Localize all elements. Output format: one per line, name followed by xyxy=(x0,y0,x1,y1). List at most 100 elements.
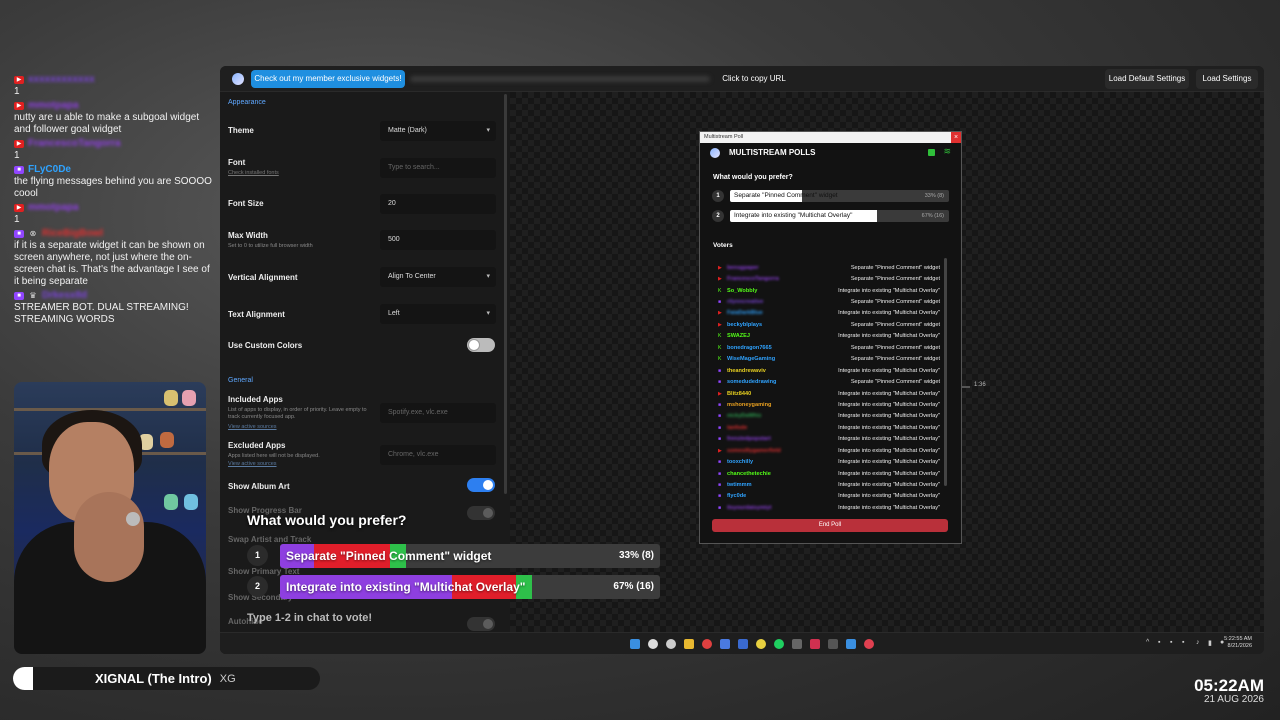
browser-icon[interactable] xyxy=(666,639,676,649)
voter-choice: Integrate into existing "Multichat Overl… xyxy=(838,482,940,489)
folder-icon[interactable] xyxy=(684,639,694,649)
youtube-icon: ▶ xyxy=(14,102,24,110)
chat-text: STREAMER BOT. DUAL STREAMING! STREAMING … xyxy=(14,302,189,325)
font-label: Font xyxy=(228,158,246,167)
app-icon[interactable] xyxy=(864,639,874,649)
now-playing-artist: XG xyxy=(219,672,236,685)
member-widgets-button[interactable]: Check out my member exclusive widgets! xyxy=(251,70,405,88)
included-apps-label: Included Apps xyxy=(228,395,283,404)
voter-row: K SWAZEJ Integrate into existing "Multicha… xyxy=(718,331,940,342)
app-icon[interactable] xyxy=(738,639,748,649)
excluded-apps-hint: Apps listed here will not be displayed. xyxy=(228,453,320,459)
voter-choice: Separate "Pinned Comment" widget xyxy=(850,321,940,328)
battery-icon[interactable]: ▮ xyxy=(1208,639,1212,647)
close-icon[interactable]: × xyxy=(951,132,961,143)
poll-titlebar[interactable]: Multistream Poll × xyxy=(700,132,961,143)
overlay-option-2: 2 Integrate into existing "Multichat Ove… xyxy=(247,575,660,599)
excluded-apps-input[interactable]: Chrome, vlc.exe xyxy=(380,445,496,465)
tray-app-icon[interactable]: ▪ xyxy=(1170,639,1172,646)
app-icon[interactable] xyxy=(810,639,820,649)
chat-message-header: ■ ⊗ RiceBigBowl xyxy=(14,228,214,240)
overlay-option-percent: 33% (8) xyxy=(618,550,654,561)
app-logo-icon xyxy=(232,73,244,85)
app-icon[interactable] xyxy=(828,639,838,649)
clock-date: 21 AUG 2026 xyxy=(1203,694,1264,705)
voter-row: ■ rilynncreative Separate "Pinned Comment"… xyxy=(718,296,940,307)
chat-username: xxxxxxxxxxxx xyxy=(28,74,95,85)
voter-name: FaiaDarkBlue xyxy=(727,310,763,317)
voter-row: ■ flyc0de Integrate into existing "Multich… xyxy=(718,491,940,502)
poll-overlay: What would you prefer? 1 Separate "Pinne… xyxy=(247,512,667,624)
spotify-icon[interactable] xyxy=(774,639,784,649)
app-icon[interactable] xyxy=(792,639,802,649)
volume-icon[interactable]: ♪ xyxy=(1196,639,1200,646)
voter-choice: Integrate into existing "Multichat Overl… xyxy=(838,287,940,294)
autohide-toggle[interactable] xyxy=(467,617,495,631)
taskbar-clock[interactable]: 5:22:55 AM 8/21/2026 xyxy=(1224,636,1252,650)
option-label: Separate "Pinned Comment" widget xyxy=(734,192,838,199)
custom-colors-toggle[interactable] xyxy=(467,338,495,352)
windows-start-icon[interactable] xyxy=(630,639,640,649)
vertical-alignment-select[interactable]: Align To Center ▾ xyxy=(380,267,496,287)
voter-choice: Separate "Pinned Comment" widget xyxy=(850,264,940,271)
text-alignment-select[interactable]: Left ▾ xyxy=(380,304,496,324)
app-icon[interactable] xyxy=(720,639,730,649)
multistream-poll-window: Multistream Poll × MULTISTREAM POLLS ≋ W… xyxy=(699,131,962,544)
chat-message: ■ FLyC0De the flying messages behind you a… xyxy=(14,164,214,200)
chevron-up-icon[interactable]: ^ xyxy=(1146,639,1149,646)
included-apps-input[interactable]: Spotify.exe, vlc.exe xyxy=(380,403,496,423)
overlay-option-number: 2 xyxy=(247,576,268,597)
chat-message: ■ ⊗ RiceBigBowl if it is a separate widget … xyxy=(14,228,214,288)
clock-time: 05:22AM xyxy=(1194,676,1264,695)
max-width-hint: Set to 0 to utilize full browser width xyxy=(228,243,313,249)
max-width-input[interactable]: 500 xyxy=(380,230,496,250)
voter-row: ■ frenziedpopstart Integrate into existing… xyxy=(718,434,940,445)
album-art-toggle[interactable] xyxy=(467,478,495,492)
widget-url[interactable] xyxy=(410,76,710,82)
overlay-option-bar: Integrate into existing "Multichat Overl… xyxy=(280,575,660,599)
tray-app-icon[interactable]: ▪ xyxy=(1158,639,1160,646)
voter-name: twtimmm xyxy=(727,482,752,489)
tray-app-icon[interactable]: ▪ xyxy=(1182,639,1184,646)
lightbulb-icon[interactable] xyxy=(756,639,766,649)
voter-name: So_Wobbly xyxy=(727,287,758,294)
chrome-icon[interactable] xyxy=(648,639,658,649)
check-fonts-link[interactable]: Check installed fonts xyxy=(228,170,279,176)
load-default-settings-button[interactable]: Load Default Settings xyxy=(1105,69,1189,89)
font-search-input[interactable]: Type to search... xyxy=(380,158,496,178)
end-poll-button[interactable]: End Poll xyxy=(712,519,948,532)
excluded-view-sources-link[interactable]: View active sources xyxy=(228,461,277,467)
voter-choice: Integrate into existing "Multichat Overl… xyxy=(838,310,940,317)
voter-name: rilynncreative xyxy=(727,299,764,306)
load-settings-button[interactable]: Load Settings xyxy=(1196,69,1258,89)
voter-choice: Integrate into existing "Multichat Overl… xyxy=(838,401,940,408)
chat-message: ■ ♛ Drkesx8d STREAMER BOT. DUAL STREAMING! … xyxy=(14,290,214,326)
excluded-apps-label: Excluded Apps xyxy=(228,441,286,450)
toy xyxy=(160,432,174,448)
voter-name: itsyourdaisymiyt xyxy=(727,504,772,511)
chat-text: 1 xyxy=(14,86,20,97)
voter-row: ▶ FrancescoTangorra Separate "Pinned Comme… xyxy=(718,273,940,284)
included-view-sources-link[interactable]: View active sources xyxy=(228,424,277,430)
app-icon[interactable] xyxy=(846,639,856,649)
app-icon[interactable] xyxy=(702,639,712,649)
kick-icon: K xyxy=(718,356,722,363)
chat-message: ▶ mmotpapa nutty are u able to make a subg… xyxy=(14,100,214,136)
now-playing-progress xyxy=(13,667,33,690)
voter-choice: Integrate into existing "Multichat Overl… xyxy=(838,424,940,431)
copy-url-button[interactable]: Click to copy URL xyxy=(710,74,798,83)
voters-scrollbar[interactable] xyxy=(944,258,947,486)
theme-select[interactable]: Matte (Dark) ▾ xyxy=(380,121,496,141)
chat-username: mmotpapa xyxy=(28,202,79,213)
vertical-alignment-label: Vertical Alignment xyxy=(228,273,298,282)
font-size-input[interactable]: 20 xyxy=(380,194,496,214)
chat-text: the flying messages behind you are SOOOO… xyxy=(14,176,212,199)
voter-name: nickyDaWhiz xyxy=(727,413,762,420)
voter-row: K So_Wobbly Integrate into existing "Multi… xyxy=(718,285,940,296)
twitch-icon: ■ xyxy=(718,493,722,500)
settings-scrollbar[interactable] xyxy=(504,94,507,494)
theme-value: Matte (Dark) xyxy=(388,127,427,134)
toy xyxy=(164,494,178,510)
chevron-down-icon: ▾ xyxy=(486,273,490,280)
chat-message-header: ▶ xxxxxxxxxxxx xyxy=(14,74,214,86)
